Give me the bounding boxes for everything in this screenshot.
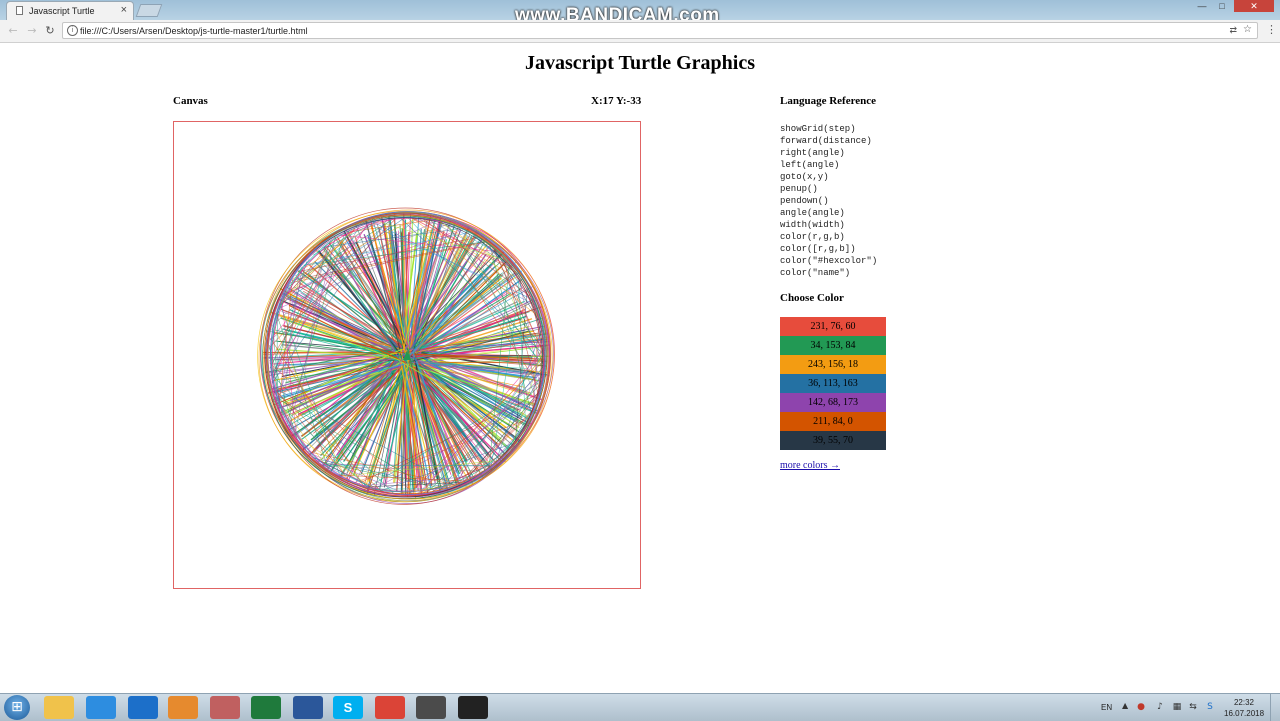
color-swatch[interactable]: 34, 153, 84	[780, 336, 886, 355]
info-icon[interactable]: i	[67, 25, 78, 36]
network-icon[interactable]: ▦	[1172, 702, 1182, 712]
windows-start-icon[interactable]: ⊞	[4, 695, 30, 720]
color-swatch[interactable]: 243, 156, 18	[780, 355, 886, 374]
skype-icon[interactable]: S	[333, 696, 363, 719]
command-item: right(angle)	[780, 147, 877, 159]
color-swatch[interactable]: 231, 76, 60	[780, 317, 886, 336]
browser-tab[interactable]: Javascript Turtle ×	[6, 1, 134, 20]
minimize-window-button[interactable]: —	[1193, 0, 1211, 12]
language-reference-heading: Language Reference	[780, 95, 876, 107]
page-icon	[16, 6, 23, 15]
color-swatch[interactable]: 39, 55, 70	[780, 431, 886, 450]
language-indicator[interactable]: EN	[1101, 703, 1112, 712]
tab-title: Javascript Turtle	[29, 6, 95, 16]
turtle-canvas[interactable]	[173, 121, 641, 589]
ie-icon[interactable]	[86, 696, 116, 719]
media-player-icon[interactable]	[168, 696, 198, 719]
bandicam-icon[interactable]	[458, 696, 488, 719]
translate-icon[interactable]: ⇄	[1229, 25, 1237, 36]
turtle-drawing	[174, 122, 640, 588]
command-item: goto(x,y)	[780, 171, 877, 183]
clock-date: 16.07.2018	[1224, 708, 1264, 719]
choose-color-heading: Choose Color	[780, 292, 844, 304]
show-desktop-button[interactable]	[1270, 694, 1280, 721]
clock[interactable]: 22:32 16.07.2018	[1224, 697, 1264, 719]
color-swatch[interactable]: 142, 68, 173	[780, 393, 886, 412]
browser-toolbar: ← → ↻ i file:///C:/Users/Arsen/Desktop/j…	[0, 20, 1280, 43]
command-item: width(width)	[780, 219, 877, 231]
record-icon[interactable]: ●	[1136, 702, 1146, 712]
update-icon[interactable]: ⇆	[1188, 702, 1198, 712]
command-item: color([r,g,b])	[780, 243, 877, 255]
command-item: pendown()	[780, 195, 877, 207]
word-icon[interactable]	[293, 696, 323, 719]
chrome-icon[interactable]	[375, 696, 405, 719]
browser-menu-icon[interactable]: ⋮	[1266, 23, 1277, 36]
command-list: showGrid(step) forward(distance) right(a…	[780, 123, 877, 279]
tray-expand-icon[interactable]: ▲	[1122, 701, 1128, 710]
command-item: color(r,g,b)	[780, 231, 877, 243]
tab-strip: Javascript Turtle × www.BANDICAM.com — □…	[0, 0, 1280, 20]
back-button[interactable]: ←	[6, 23, 20, 39]
command-item: forward(distance)	[780, 135, 877, 147]
new-tab-button[interactable]	[136, 4, 163, 17]
clock-time: 22:32	[1224, 697, 1264, 708]
command-item: color("name")	[780, 267, 877, 279]
canvas-heading: Canvas	[173, 95, 208, 107]
sublime-icon[interactable]	[416, 696, 446, 719]
more-colors-link[interactable]: more colors →	[780, 460, 840, 471]
skype-tray-icon[interactable]: S	[1205, 702, 1215, 712]
explorer-icon[interactable]	[44, 696, 74, 719]
coordinate-readout: X:17 Y:-33	[591, 95, 641, 107]
color-swatch[interactable]: 211, 84, 0	[780, 412, 886, 431]
command-item: left(angle)	[780, 159, 877, 171]
tab-close-icon[interactable]: ×	[121, 4, 127, 16]
command-item: showGrid(step)	[780, 123, 877, 135]
maximize-window-button[interactable]: □	[1213, 0, 1231, 12]
color-swatch-list: 231, 76, 60 34, 153, 84 243, 156, 18 36,…	[780, 317, 886, 450]
command-item: penup()	[780, 183, 877, 195]
volume-icon[interactable]: ♪	[1155, 702, 1165, 712]
excel-icon[interactable]	[251, 696, 281, 719]
command-item: color("#hexcolor")	[780, 255, 877, 267]
teamviewer-icon[interactable]	[128, 696, 158, 719]
color-swatch[interactable]: 36, 113, 163	[780, 374, 886, 393]
reload-button[interactable]: ↻	[43, 23, 57, 39]
forward-button[interactable]: →	[25, 23, 39, 39]
page-title: Javascript Turtle Graphics	[0, 52, 1280, 75]
bookmark-star-icon[interactable]: ☆	[1243, 24, 1252, 35]
paint-icon[interactable]	[210, 696, 240, 719]
taskbar: ⊞ S EN ▲ ● ♪ ▦ ⇆ S 22:32 16.07.2018	[0, 693, 1280, 721]
close-window-button[interactable]: ✕	[1234, 0, 1274, 12]
url-text[interactable]: file:///C:/Users/Arsen/Desktop/js-turtle…	[80, 26, 308, 36]
command-item: angle(angle)	[780, 207, 877, 219]
address-bar[interactable]: i file:///C:/Users/Arsen/Desktop/js-turt…	[62, 22, 1258, 39]
